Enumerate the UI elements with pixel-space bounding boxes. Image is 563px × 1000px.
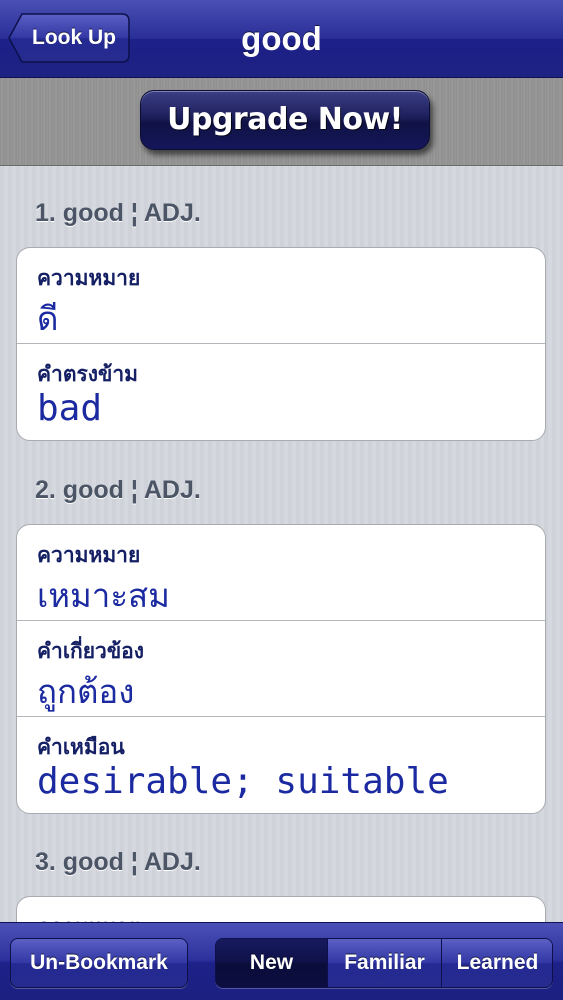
meaning-value: เหมาะสม xyxy=(37,576,170,615)
upgrade-now-button[interactable]: Upgrade Now! xyxy=(140,90,430,150)
related-label: คำเกี่ยวข้อง xyxy=(37,640,145,663)
synonym-cell: คำเหมือน desirable; suitable xyxy=(17,717,545,813)
page-title: good xyxy=(241,20,322,57)
antonym-value: bad xyxy=(37,388,103,429)
bottom-toolbar: Un-Bookmark New Familiar Learned xyxy=(0,922,563,1000)
meaning-value: ดี xyxy=(37,299,59,338)
segment-familiar[interactable]: Familiar xyxy=(327,939,441,987)
back-button[interactable]: Look Up xyxy=(8,13,130,63)
navigation-bar: Look Up good xyxy=(0,0,563,78)
meaning-label: ความหมาย xyxy=(37,267,141,290)
entry-group-3: ความหมาย xyxy=(16,896,546,922)
meaning-cell: ความหมาย xyxy=(17,897,545,922)
meaning-label: ความหมาย xyxy=(37,544,141,567)
entry-header-3: 3. good ¦ ADJ. xyxy=(35,848,201,876)
related-value: ถูกต้อง xyxy=(37,672,135,711)
related-cell: คำเกี่ยวข้อง ถูกต้อง xyxy=(17,621,545,717)
meaning-cell: ความหมาย ดี xyxy=(17,248,545,344)
entry-header-2: 2. good ¦ ADJ. xyxy=(35,476,201,504)
back-button-label: Look Up xyxy=(32,26,116,49)
entry-header-1: 1. good ¦ ADJ. xyxy=(35,199,201,227)
meaning-cell: ความหมาย เหมาะสม xyxy=(17,525,545,621)
antonym-cell: คำตรงข้าม bad xyxy=(17,344,545,440)
un-bookmark-button[interactable]: Un-Bookmark xyxy=(10,938,188,988)
status-segmented-control: New Familiar Learned xyxy=(215,938,553,988)
antonym-label: คำตรงข้าม xyxy=(37,363,139,386)
synonym-value: desirable; suitable xyxy=(37,761,449,802)
segment-new[interactable]: New xyxy=(216,939,327,987)
entry-group-1: ความหมาย ดี คำตรงข้าม bad xyxy=(16,247,546,441)
meaning-label: ความหมาย xyxy=(37,911,140,922)
segment-learned[interactable]: Learned xyxy=(441,939,552,987)
entry-group-2: ความหมาย เหมาะสม คำเกี่ยวข้อง ถูกต้อง คำ… xyxy=(16,524,546,814)
definition-list[interactable]: 1. good ¦ ADJ. ความหมาย ดี คำตรงข้าม bad… xyxy=(0,166,563,922)
upgrade-banner: Upgrade Now! xyxy=(0,78,563,166)
synonym-label: คำเหมือน xyxy=(37,736,125,759)
